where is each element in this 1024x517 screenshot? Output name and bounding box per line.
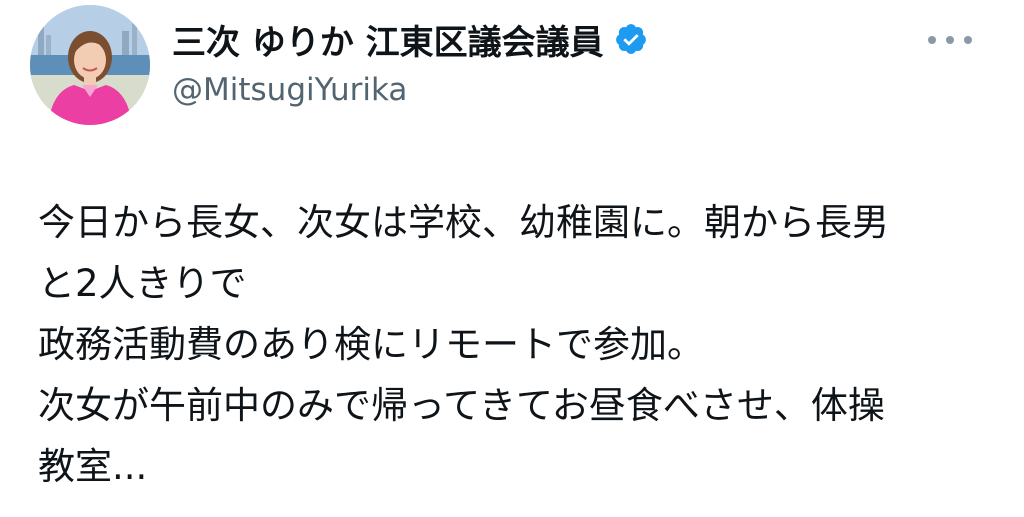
verified-badge-icon (615, 24, 646, 54)
more-options-icon (946, 36, 954, 44)
tweet-header: 三次 ゆりか 江東区議会議員 @MitsugiYurika (172, 12, 648, 108)
avatar[interactable] (30, 5, 150, 125)
display-name[interactable]: 三次 ゆりか 江東区議会議員 (172, 15, 604, 64)
more-options-button[interactable] (928, 28, 972, 52)
tweet-text-line: と2人きりで (38, 262, 247, 305)
user-handle[interactable]: @MitsugiYurika (172, 72, 648, 108)
tweet-text-line: 今日から長女、次女は学校、幼稚園に。朝から長男 (38, 201, 889, 244)
tweet-card: 三次 ゆりか 江東区議会議員 @MitsugiYurika 今日から長女、次女は… (0, 0, 1024, 517)
profile-photo-icon (30, 5, 150, 125)
tweet-text: 今日から長女、次女は学校、幼稚園に。朝から長男 と2人きりで 政務活動費のあり検… (38, 192, 1008, 497)
more-options-icon (928, 36, 936, 44)
tweet-text-line: 教室... (38, 445, 148, 488)
display-name-row: 三次 ゆりか 江東区議会議員 (172, 12, 648, 66)
tweet-text-line: 政務活動費のあり検にリモートで参加。 (38, 323, 704, 366)
more-options-icon (964, 36, 972, 44)
tweet-text-line: 次女が午前中のみで帰ってきてお昼食べさせ、体操 (38, 384, 885, 427)
